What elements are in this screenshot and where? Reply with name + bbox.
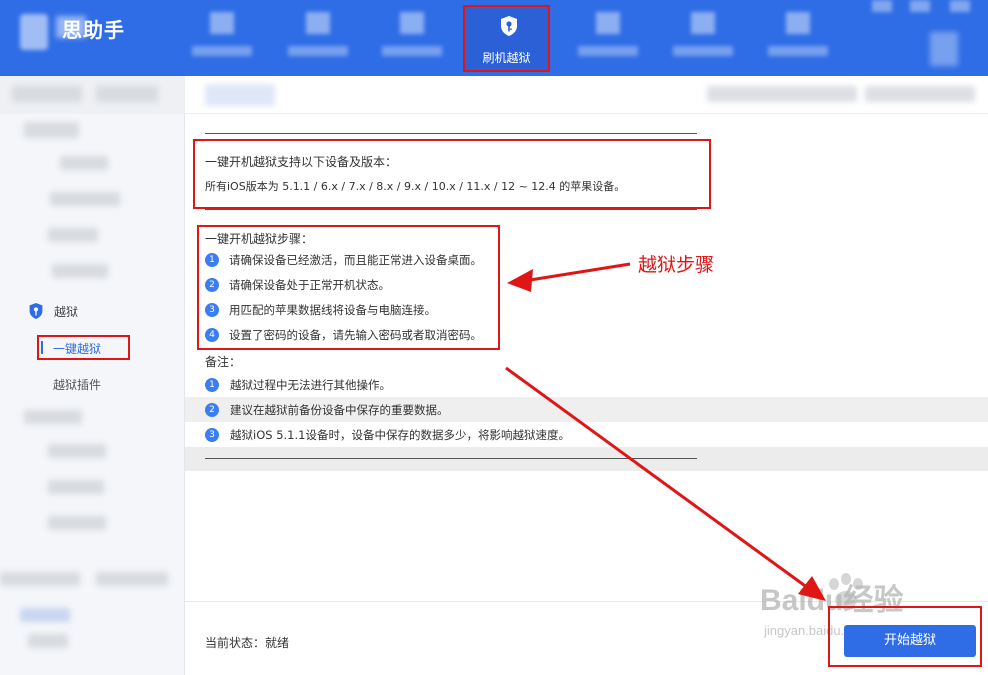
sidebar-item-blurred[interactable]	[52, 264, 108, 278]
sidebar-item-blurred[interactable]	[50, 192, 120, 206]
sidebar-item-one-click-jailbreak[interactable]: 一键越狱	[37, 335, 130, 360]
step-number-badge: 4	[205, 328, 219, 342]
window-control-blur[interactable]	[950, 0, 970, 12]
sidebar-group-label: 越狱	[54, 304, 79, 319]
user-area-blur[interactable]	[930, 32, 958, 66]
window-control-blur[interactable]	[872, 0, 892, 12]
step-number-badge: 3	[205, 303, 219, 317]
sidebar-item-blurred[interactable]	[24, 410, 82, 424]
nav-tab-blurred-6[interactable]	[768, 10, 828, 62]
arrow-to-steps	[507, 262, 631, 292]
note-text: 越狱过程中无法进行其他操作。	[230, 377, 391, 392]
step-number-badge: 2	[205, 278, 219, 292]
nav-tab-blurred-3[interactable]	[382, 10, 442, 62]
sidebar-item-blurred[interactable]	[48, 480, 104, 494]
step-text: 设置了密码的设备，请先输入密码或者取消密码。	[229, 328, 482, 342]
shield-key-icon	[29, 303, 43, 319]
note-number-badge: 2	[205, 402, 219, 417]
step-item: 3 用匹配的苹果数据线将设备与电脑连接。	[205, 301, 436, 319]
sidebar-item-blurred[interactable]	[48, 516, 106, 530]
shield-key-icon	[501, 16, 517, 36]
sidebar-item-blurred[interactable]	[24, 122, 79, 138]
status-text: 当前状态：就绪	[205, 636, 290, 650]
sidebar-item-blurred[interactable]	[28, 634, 68, 648]
note-number-badge: 1	[205, 377, 219, 392]
steps-title: 一键开机越狱步骤：	[205, 232, 314, 246]
note-text: 越狱iOS 5.1.1设备时，设备中保存的数据多少，将影响越狱速度。	[230, 427, 570, 442]
start-jailbreak-button[interactable]: 开始越狱	[844, 625, 976, 657]
step-item: 2 请确保设备处于正常开机状态。	[205, 276, 390, 294]
step-text: 请确保设备处于正常开机状态。	[229, 278, 390, 292]
note-number-badge: 3	[205, 427, 219, 442]
sidebar-item-blurred[interactable]	[48, 444, 106, 458]
note-item: 3 越狱iOS 5.1.1设备时，设备中保存的数据多少，将影响越狱速度。	[185, 422, 988, 447]
nav-tab-blurred-5[interactable]	[673, 10, 733, 62]
app-name: 思助手	[62, 18, 125, 42]
sidebar-item-jailbreak-plugins[interactable]: 越狱插件	[53, 376, 101, 393]
nav-tab-blurred-1[interactable]	[192, 10, 252, 62]
active-indicator	[41, 341, 43, 354]
nav-tab-blurred-4[interactable]	[578, 10, 638, 62]
supported-devices-panel: 一键开机越狱支持以下设备及版本： 所有iOS版本为 5.1.1 / 6.x / …	[193, 139, 711, 209]
top-navigation-bar: 思助手 刷机越狱	[0, 0, 988, 76]
sidebar-item-label: 一键越狱	[53, 342, 102, 356]
note-item: 1 越狱过程中无法进行其他操作。	[185, 372, 988, 397]
annotation-label: 越狱步骤	[638, 254, 715, 276]
supported-title: 一键开机越狱支持以下设备及版本：	[205, 155, 398, 169]
step-item: 4 设置了密码的设备，请先输入密码或者取消密码。	[205, 326, 482, 344]
divider	[205, 458, 697, 459]
app-logo-icon	[20, 14, 48, 50]
sidebar: 越狱 一键越狱 越狱插件	[0, 76, 185, 675]
step-number-badge: 1	[205, 253, 219, 267]
supported-versions: 所有iOS版本为 5.1.1 / 6.x / 7.x / 8.x / 9.x /…	[205, 180, 626, 193]
header-info-blurred	[865, 86, 975, 102]
nav-tab-blurred-2[interactable]	[288, 10, 348, 62]
divider	[205, 133, 697, 134]
notes-end-strip	[185, 447, 988, 471]
nav-tab-label: 刷机越狱	[482, 51, 531, 65]
step-item: 1 请确保设备已经激活，而且能正常进入设备桌面。	[205, 251, 482, 269]
sidebar-item-blurred[interactable]	[60, 156, 108, 170]
header-info-blurred	[707, 86, 857, 102]
nav-tab-flash-jailbreak[interactable]: 刷机越狱	[463, 5, 550, 72]
jailbreak-steps-panel: 一键开机越狱步骤： 1 请确保设备已经激活，而且能正常进入设备桌面。 2 请确保…	[197, 225, 500, 350]
window-control-blur[interactable]	[910, 0, 930, 12]
sidebar-item-blurred[interactable]	[48, 228, 98, 242]
note-text: 建议在越狱前备份设备中保存的重要数据。	[230, 402, 449, 417]
notes-title: 备注：	[205, 355, 242, 369]
step-text: 用匹配的苹果数据线将设备与电脑连接。	[229, 303, 436, 317]
content-tab-blurred[interactable]	[205, 84, 275, 106]
sidebar-group-jailbreak[interactable]: 越狱	[28, 301, 78, 321]
start-button-highlight: 开始越狱	[828, 606, 982, 667]
divider	[205, 209, 697, 210]
sidebar-item-blurred[interactable]	[96, 572, 168, 586]
sidebar-item-blurred[interactable]	[0, 572, 80, 586]
sidebar-header	[0, 76, 185, 114]
sidebar-item-blurred[interactable]	[20, 608, 70, 622]
note-item: 2 建议在越狱前备份设备中保存的重要数据。	[185, 397, 988, 422]
content-header	[185, 76, 988, 114]
step-text: 请确保设备已经激活，而且能正常进入设备桌面。	[229, 253, 482, 267]
